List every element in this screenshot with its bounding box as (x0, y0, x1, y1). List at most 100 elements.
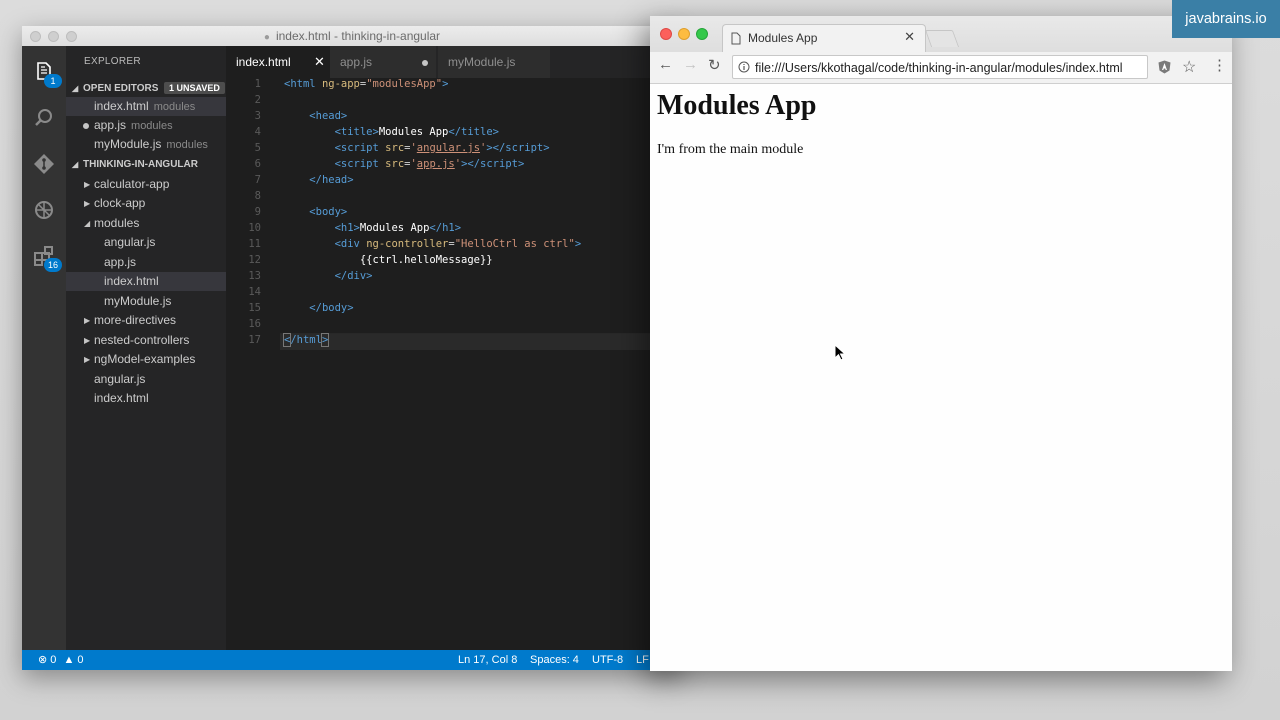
watermark-logo: javabrains.io (1172, 0, 1280, 38)
chevron-right-icon: ▶ (84, 316, 91, 325)
code-line: </body> (309, 302, 354, 314)
tab-label: myModule.js (448, 55, 516, 69)
encoding-setting[interactable]: UTF-8 (592, 650, 623, 670)
open-editor-name: myModule.js (94, 137, 162, 151)
tree-folder-item[interactable]: ▶ more-directives (66, 311, 226, 330)
tree-file-item[interactable]: app.js (66, 253, 226, 272)
line-number: 7 (254, 174, 261, 186)
tree-file-item[interactable]: angular.js (66, 233, 226, 252)
open-editor-folder: modules (153, 101, 196, 113)
open-editor-item[interactable]: myModule.js modules (66, 135, 226, 154)
code-line: </head> (309, 174, 354, 186)
line-number: 1 (254, 78, 261, 90)
menu-icon[interactable]: ⋮ (1212, 56, 1227, 74)
code-editor[interactable]: 1 2 3 4 5 6 7 8 9 10 11 12 13 14 15 16 1… (226, 78, 682, 650)
zoom-window-button[interactable] (696, 28, 708, 40)
tree-folder-item[interactable]: ◢ modules (66, 214, 226, 233)
open-editors-header[interactable]: ◢ OPEN EDITORS 1 UNSAVED (66, 80, 226, 98)
mouse-cursor-icon (834, 344, 846, 361)
debug-icon[interactable] (32, 198, 56, 222)
reload-icon[interactable]: ↻ (708, 56, 721, 74)
angular-extension-icon[interactable] (1158, 60, 1171, 74)
extensions-icon[interactable]: 16 (32, 244, 62, 272)
tab-app-js[interactable]: app.js (330, 46, 436, 78)
code-line: <title>Modules App</title> (334, 126, 499, 138)
code-line: <body> (309, 206, 348, 218)
explorer-icon[interactable]: 1 (32, 60, 62, 88)
problems-indicator[interactable]: ⊗ 0 ▲ 0 (38, 650, 84, 670)
explorer-badge: 1 (44, 74, 62, 88)
close-window-button[interactable] (660, 28, 672, 40)
chevron-right-icon: ▶ (84, 199, 91, 208)
open-editor-folder: modules (166, 139, 208, 151)
browser-tab[interactable]: Modules App ✕ (722, 24, 926, 53)
tree-file-item[interactable]: index.html (66, 272, 226, 291)
extensions-badge: 16 (44, 258, 62, 272)
line-number: 9 (254, 206, 261, 218)
code-line: {{ctrl.helloMessage}} (359, 254, 493, 266)
tree-folder-item[interactable]: ▶ calculator-app (66, 175, 226, 194)
page-paragraph: I'm from the main module (657, 142, 804, 157)
open-editor-folder: modules (131, 120, 173, 132)
tree-folder-item[interactable]: ▶ ngModel-examples (66, 350, 226, 369)
tree-item-label: more-directives (94, 313, 177, 327)
search-icon[interactable] (32, 106, 56, 130)
explorer-title: EXPLORER (84, 56, 141, 67)
page-icon (731, 32, 741, 45)
tree-file-item[interactable]: angular.js (66, 370, 226, 389)
error-icon: ⊗ (38, 654, 48, 666)
source-control-icon[interactable] (32, 152, 56, 176)
tree-folder-item[interactable]: ▶ nested-controllers (66, 331, 226, 350)
explorer-sidebar: EXPLORER ◢ OPEN EDITORS 1 UNSAVED index.… (66, 46, 226, 650)
code-line: <html ng-app="modulesApp"> (284, 78, 449, 90)
tree-item-label: clock-app (94, 196, 146, 210)
tree-item-label: angular.js (94, 372, 146, 386)
code-line: <h1>Modules App</h1> (334, 222, 462, 234)
warning-icon: ▲ (63, 654, 75, 666)
open-editor-item[interactable]: app.js modules (66, 116, 226, 135)
modified-dot-icon (83, 123, 89, 129)
url-text: file:///Users/kkothagal/code/thinking-in… (755, 61, 1123, 75)
cursor-position[interactable]: Ln 17, Col 8 (458, 650, 517, 670)
forward-icon[interactable]: → (683, 56, 698, 73)
open-editor-item[interactable]: index.html modules (66, 97, 226, 116)
code-line: <head> (309, 110, 348, 122)
error-count: 0 (50, 654, 57, 666)
tree-folder-item[interactable]: ▶ clock-app (66, 194, 226, 213)
line-number: 12 (248, 254, 261, 266)
status-bar: ⊗ 0 ▲ 0 Ln 17, Col 8 Spaces: 4 UTF-8 LF (22, 650, 682, 670)
new-tab-button[interactable] (924, 30, 960, 47)
project-header[interactable]: ◢ THINKING-IN-ANGULAR (66, 156, 226, 174)
activity-bar: 1 16 (22, 46, 66, 650)
line-number: 14 (248, 286, 261, 298)
line-number: 16 (248, 318, 261, 330)
window-title: ● index.html - thinking-in-angular (22, 29, 682, 43)
line-number: 8 (254, 190, 261, 202)
tree-item-label: myModule.js (104, 294, 172, 308)
tree-file-item[interactable]: myModule.js (66, 292, 226, 311)
bookmark-star-icon[interactable]: ☆ (1182, 57, 1196, 77)
chevron-down-icon: ◢ (84, 219, 91, 228)
indentation-setting[interactable]: Spaces: 4 (530, 650, 579, 670)
tree-file-item[interactable]: index.html (66, 389, 226, 408)
open-editor-name: app.js (94, 118, 127, 132)
tab-label: index.html (236, 55, 291, 69)
line-number: 11 (248, 238, 261, 250)
tree-item-label: index.html (94, 391, 149, 405)
close-icon[interactable]: ✕ (904, 29, 915, 45)
code-line: </html> (282, 333, 330, 347)
tab-index-html[interactable]: index.html ✕ (226, 46, 330, 78)
line-number: 15 (248, 302, 261, 314)
minimize-window-button[interactable] (678, 28, 690, 40)
line-number: 2 (254, 94, 261, 106)
editor-area: index.html ✕ app.js myModule.js 1 2 3 4 … (226, 46, 682, 650)
unsaved-dot-icon: ● (263, 32, 270, 43)
address-bar[interactable]: file:///Users/kkothagal/code/thinking-in… (732, 55, 1148, 79)
close-icon[interactable]: ✕ (314, 46, 325, 78)
back-icon[interactable]: ← (658, 56, 673, 73)
unsaved-badge: 1 UNSAVED (164, 82, 225, 94)
tree-item-label: ngModel-examples (94, 352, 196, 366)
eol-setting[interactable]: LF (636, 650, 649, 670)
tab-mymodule-js[interactable]: myModule.js (438, 46, 550, 78)
chevron-right-icon: ▶ (84, 355, 91, 364)
